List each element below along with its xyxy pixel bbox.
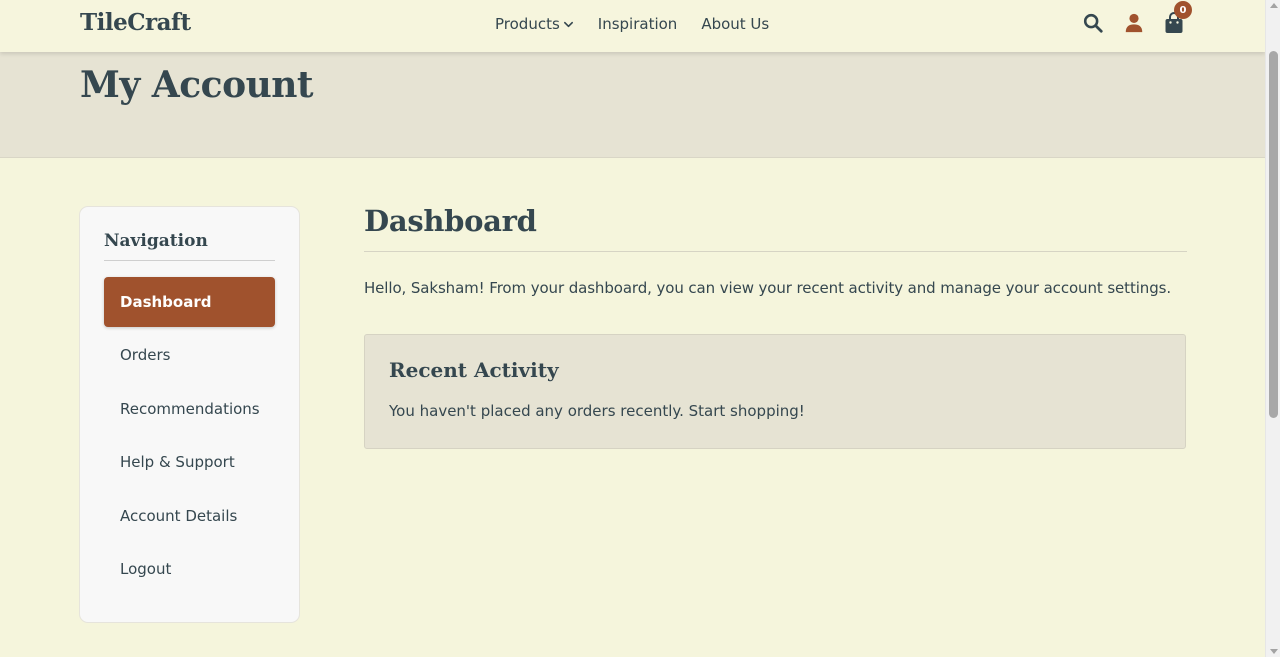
sidebar-item-help-support[interactable]: Help & Support — [104, 437, 275, 487]
nav-about-us[interactable]: About Us — [701, 15, 769, 33]
page: TileCraft Products Inspiration About Us — [0, 0, 1265, 657]
cart-button[interactable]: 0 — [1164, 1, 1192, 36]
search-button[interactable] — [1082, 12, 1106, 36]
recent-activity-title: Recent Activity — [389, 358, 559, 382]
nav-products[interactable]: Products — [495, 15, 574, 33]
sidebar-item-dashboard[interactable]: Dashboard — [104, 277, 275, 327]
sidebar-item-logout[interactable]: Logout — [104, 544, 275, 594]
site-logo[interactable]: TileCraft — [80, 9, 191, 36]
chevron-down-icon — [563, 21, 573, 27]
nav-about-us-label: About Us — [701, 15, 770, 33]
sidebar-item-recommendations[interactable]: Recommendations — [104, 384, 275, 434]
scroll-thumb[interactable] — [1269, 51, 1278, 418]
sidebar-heading: Navigation — [104, 231, 275, 261]
search-icon — [1083, 13, 1103, 33]
user-icon — [1125, 13, 1143, 33]
dashboard-title: Dashboard — [364, 204, 537, 238]
page-scrollbar[interactable] — [1265, 0, 1280, 657]
nav-inspiration[interactable]: Inspiration — [598, 15, 678, 33]
page-title: My Account — [80, 64, 314, 106]
site-header: TileCraft Products Inspiration About Us — [0, 0, 1265, 52]
sidebar-item-orders[interactable]: Orders — [104, 330, 275, 380]
recent-activity-text: You haven't placed any orders recently. … — [389, 402, 805, 420]
account-button[interactable] — [1123, 12, 1147, 36]
divider — [364, 251, 1187, 252]
main-nav: Products Inspiration About Us — [495, 15, 793, 33]
page-banner: My Account — [0, 52, 1265, 158]
sidebar-item-account-details[interactable]: Account Details — [104, 491, 275, 541]
dashboard-greeting: Hello, Saksham! From your dashboard, you… — [364, 279, 1171, 297]
nav-inspiration-label: Inspiration — [597, 15, 678, 33]
scroll-up-arrow-icon[interactable] — [1270, 3, 1278, 8]
scroll-down-arrow-icon[interactable] — [1270, 649, 1278, 654]
nav-products-label: Products — [495, 15, 560, 33]
account-sidebar: Navigation Dashboard Orders Recommendati… — [79, 206, 300, 623]
recent-activity-panel: Recent Activity You haven't placed any o… — [364, 334, 1186, 449]
cart-count-badge: 0 — [1174, 1, 1192, 19]
